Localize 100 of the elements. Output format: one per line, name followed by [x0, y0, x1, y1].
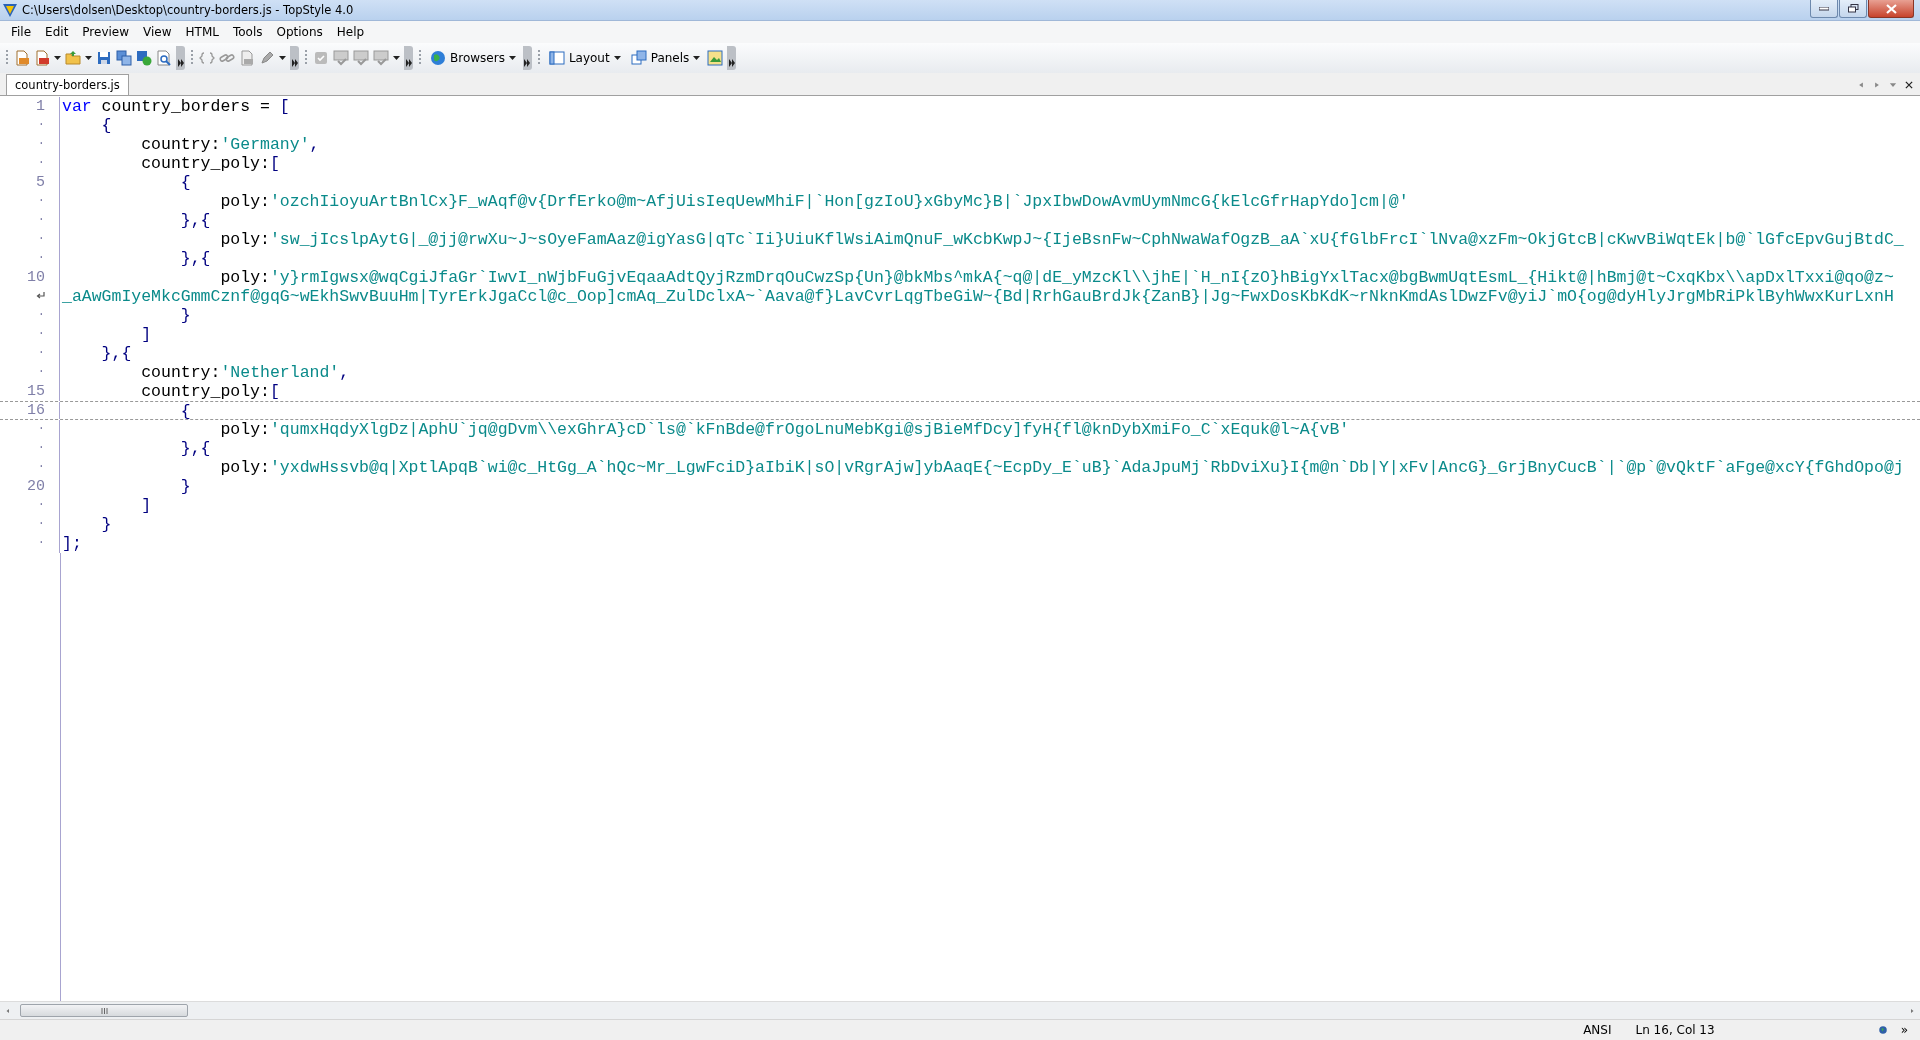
line-marker: ·	[37, 231, 45, 248]
line-marker: ·	[37, 516, 45, 533]
file-tab[interactable]: country-borders.js	[6, 74, 129, 95]
menu-item[interactable]: Edit	[38, 23, 76, 41]
caret-icon[interactable]	[693, 56, 701, 60]
menu-item[interactable]: Options	[269, 23, 330, 41]
menu-item[interactable]: Preview	[75, 23, 137, 41]
document-icon[interactable]	[34, 50, 50, 66]
window-title: C:\Users\dolsen\Desktop\country-borders.js - TopStyle 4.0	[21, 3, 355, 17]
toolbar-overflow[interactable]	[522, 46, 532, 70]
scrollbar-thumb[interactable]	[20, 1004, 188, 1017]
checkbox-icon[interactable]	[313, 50, 329, 66]
document-icon[interactable]	[239, 50, 255, 66]
toolbar-overflow[interactable]	[404, 46, 413, 70]
close-icon	[1885, 3, 1897, 14]
code-line: poly:'sw_jIcslpAytG|_@jj@rwXu~J~sOyeFamAaz@igYasG|qTc`Ii}UiuKflWsiAimQnuF_wKcbKwpJ~{IjeBsnFw~CphNwaWafOgzB_aA`xU{fGlbFrcI`lNva@xzFm~OkjGtcB|cKwvBiWqtEk|b@`lGfcEpvGujBtdC_	[220, 230, 1904, 249]
code-line: poly:'qumxHqdyXlgDz|AphU`jq@gDvm\\exGhrA}cD`ls@`kFnBde@frOgoLnuMebKgi@sjBieMfDcy]fyH{fl@knDybXmiFo_C`xEquk@l~A{vB'	[220, 420, 1350, 439]
menu-item[interactable]: View	[136, 23, 179, 41]
code-line: },{	[180, 439, 211, 458]
browsers-button[interactable]: Browsers	[427, 48, 519, 68]
toolbar-overflow[interactable]	[176, 46, 185, 70]
code-line: poly:'yxdwHssvb@q|XptlApqB`wi@c_HtGg_A`hQc~Mr_LgwFciD}aIbiK|sO|vRgrAjw]ybAaqE{~EcpDy_E`uB}`AdaJpuMj`RbDviXu}I{m@n`Db|Y|xFv|AncG}_GrjBnyCucB`|`@p`@vQktF`aFge@xcY{fGhdOpo@j	[220, 458, 1904, 477]
toolbar-overflow[interactable]	[727, 46, 737, 70]
caret-icon[interactable]	[393, 56, 400, 60]
copy-icon[interactable]	[116, 50, 132, 66]
line-number: 20	[27, 477, 45, 496]
code-line: country_poly:[	[141, 382, 280, 401]
scroll-left-icon[interactable]	[4, 1006, 12, 1015]
double-chevron-icon	[405, 59, 412, 67]
caret-icon[interactable]	[85, 56, 92, 60]
app-logo-icon	[2, 2, 18, 18]
double-chevron-icon	[728, 59, 735, 67]
code-line: country:'Germany',	[141, 135, 320, 154]
code-line: }	[180, 306, 191, 325]
code-line: country:'Netherland',	[141, 363, 350, 382]
grip-icon	[100, 1007, 108, 1014]
line-marker: ·	[37, 459, 45, 476]
caret-icon[interactable]	[279, 56, 286, 60]
globe-icon[interactable]	[1876, 1024, 1889, 1036]
minimize-icon	[1819, 6, 1829, 11]
toolbar-overflow[interactable]	[290, 46, 299, 70]
line-marker: ·	[37, 117, 45, 134]
caret-icon[interactable]	[613, 56, 621, 60]
line-number: 10	[27, 268, 45, 287]
code-editor[interactable]	[0, 96, 1920, 1001]
double-chevron-icon	[524, 59, 531, 67]
line-marker: ·	[37, 535, 45, 552]
line-marker: ·	[37, 250, 45, 267]
code-line: ]	[141, 325, 152, 344]
close-button[interactable]	[1868, 0, 1914, 18]
double-chevron-icon	[177, 59, 184, 67]
document-icon[interactable]	[14, 50, 30, 66]
code-line: },{	[180, 249, 211, 268]
encoding-label: ANSI	[1582, 1023, 1613, 1037]
wrap-arrow-icon	[36, 292, 45, 301]
code-line: poly:'y}rmIgwsx@wqCgiJfaGr`IwvI_nWjbFuGjvEqaaAdtQyjRzmDrqOuCwzSp{Un}@bkMbs^mkA{~q@|dE_yMzcKl\\jhE|`H_nI{zO}hBigYxlTacx@bgBwmUqtEsmL_{Hikt@|hBmj@t~CxqKbx\\apDxlTxxi@qo@z~	[220, 268, 1894, 287]
braces-icon[interactable]	[199, 50, 215, 66]
layout-icon[interactable]	[548, 50, 565, 66]
line-marker: ·	[37, 307, 45, 324]
line-marker: ·	[37, 212, 45, 229]
globe-icon[interactable]	[430, 50, 446, 66]
code-line: {	[180, 173, 191, 192]
menu-item[interactable]: Help	[329, 23, 372, 41]
code-line: }	[101, 515, 112, 534]
code-line: country_poly:[	[141, 154, 280, 173]
line-marker: ·	[37, 364, 45, 381]
line-marker: ·	[37, 497, 45, 514]
menu-item[interactable]: Tools	[225, 23, 270, 41]
code-line: var country_borders = [	[62, 97, 290, 116]
line-marker: ·	[37, 421, 45, 438]
line-number: 5	[36, 173, 45, 192]
line-marker: ·	[37, 345, 45, 362]
line-number: 16	[27, 401, 45, 420]
code-line: {	[101, 116, 112, 135]
line-marker: ·	[37, 155, 45, 172]
line-marker: ·	[37, 193, 45, 210]
windows-icon[interactable]	[630, 50, 647, 66]
layout-button[interactable]: Layout	[545, 48, 624, 68]
menu-item[interactable]: File	[4, 23, 39, 41]
code-line: ]	[141, 496, 152, 515]
code-line: },{	[101, 344, 132, 363]
more-button[interactable]: »	[1888, 1023, 1920, 1037]
line-marker: ·	[37, 326, 45, 343]
cursor-position: Ln 16, Col 13	[1634, 1023, 1716, 1037]
caret-icon[interactable]	[54, 56, 61, 60]
panels-button[interactable]: Panels	[627, 48, 704, 68]
code-line: _aAwGmIyeMkcGmmCznf@gqG~wEkhSwvBuuHm|TyrErkJgaCcl@c_Oop]cmAq_ZulDclxA~`Aava@f}LavCvrLqgTbeGiW~{Bd|RrhGauBrdJk{ZanB}|Jg~FwxDosKbKdK~rNknKmdAslDwzFv@yiJ`mO{og@dyHlyJrgMbRiPklByhWwxKurLxnH	[62, 287, 1894, 306]
restore-button[interactable]	[1839, 0, 1867, 18]
code-line: }	[180, 477, 191, 496]
caret-icon[interactable]	[508, 56, 516, 60]
line-number: 15	[27, 382, 45, 401]
close-icon[interactable]	[1904, 80, 1914, 90]
search-icon[interactable]	[156, 50, 172, 66]
code-line: },{	[180, 211, 211, 230]
menu-item[interactable]: HTML	[178, 23, 226, 41]
code-line: poly:'ozchIioyuArtBnlCx}F_wAqf@v{DrfErko@m~AfjUisIeqUewMhiF|`Hon[gzIoU}xGbyMc}B|`JpxIbwDowAvmUymNmcG{kElcGfrHapYdo]cm|@'	[220, 192, 1409, 211]
scroll-right-icon[interactable]	[1908, 1006, 1916, 1015]
line-number: 1	[36, 97, 45, 116]
code-line: {	[180, 402, 191, 419]
code-line: ];	[62, 534, 82, 553]
